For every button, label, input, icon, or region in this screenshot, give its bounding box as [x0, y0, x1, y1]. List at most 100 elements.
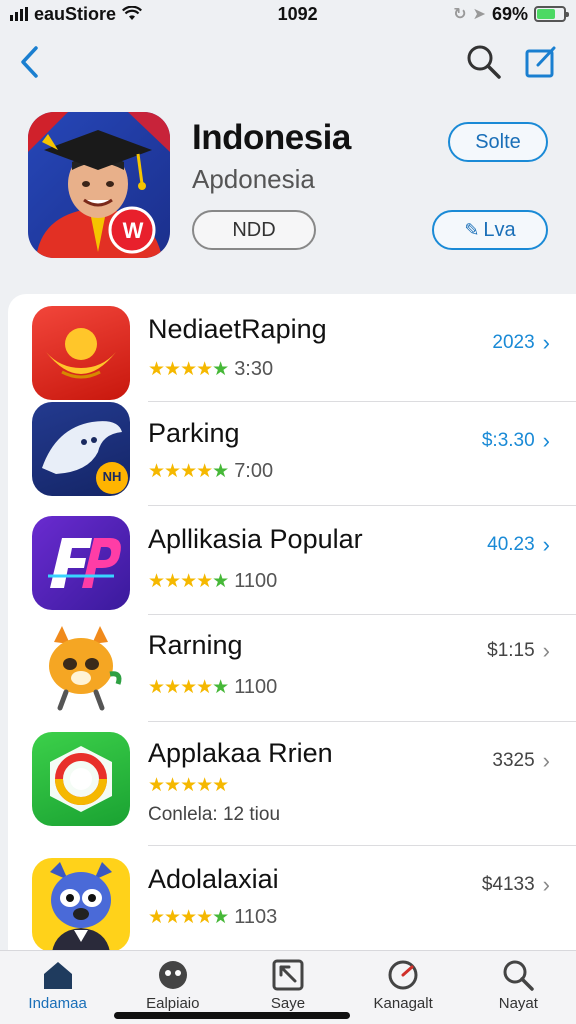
list-item-meta: ★★★★★ 7:00	[148, 460, 273, 483]
tab-save[interactable]: Saye	[233, 959, 343, 1012]
app-icon-badge: NH	[102, 469, 122, 484]
app-icon[interactable]: W	[28, 112, 170, 258]
chevron-left-icon	[21, 46, 38, 78]
star-rating-icon: ★★★★★	[148, 571, 229, 592]
fox-mascot-icon	[49, 626, 122, 711]
compose-button[interactable]	[524, 45, 558, 79]
chevron-right-icon: ›	[542, 532, 550, 557]
home-icon	[43, 962, 72, 989]
app-icon: NH	[32, 402, 130, 496]
list-item-title: Rarning	[148, 630, 243, 660]
app-icon-badge: W	[122, 218, 144, 243]
list-item-rating: 3:30	[234, 358, 274, 380]
search-icon	[467, 45, 501, 79]
price-label: $1:15	[487, 640, 535, 661]
pencil-icon: ✎	[464, 219, 480, 240]
chevron-right-icon: ›	[542, 638, 550, 663]
list-item-price: 3325 ›	[492, 748, 550, 774]
status-left: eauStiore	[10, 3, 143, 25]
list-item-caption: Conlela: 12 tiou	[148, 804, 281, 825]
star-rating-icon: ★★★★★	[148, 907, 229, 928]
star-rating-icon: ★★★★★	[148, 677, 229, 698]
star-rating-icon: ★★★★★	[148, 359, 229, 380]
list-item-title: Parking	[148, 418, 240, 448]
nav-actions	[466, 44, 558, 80]
carrier-label: eauStiore	[34, 3, 117, 24]
status-right: ↻ ➤ 69%	[453, 3, 569, 25]
list-item[interactable]: Rarning ★★★★★ 1100 $1:15 ›	[8, 616, 576, 722]
app-icon	[32, 858, 130, 952]
app-list: NediaetRaping ★★★★★ 3:30 2023 › NH Parki…	[8, 294, 576, 954]
tab-manage[interactable]: Kanagalt	[348, 959, 458, 1012]
search-icon	[503, 960, 535, 991]
list-item-price: $4133 ›	[482, 872, 550, 898]
app-icon	[32, 622, 130, 716]
chevron-right-icon: ›	[542, 330, 550, 355]
list-item-price: $1:15 ›	[487, 638, 550, 664]
app-subtitle: Apdonesia	[192, 164, 315, 194]
star-rating-icon: ★★★★★	[148, 775, 229, 796]
gauge-icon	[388, 960, 418, 990]
list-item-price: $:3.30 ›	[482, 428, 550, 454]
raccoon-mascot-icon	[50, 862, 112, 952]
list-item-price: 2023 ›	[492, 330, 550, 356]
list-item-title: NediaetRaping	[148, 314, 327, 344]
list-item-meta: ★★★★★ 3:30	[148, 358, 273, 381]
tab-profile[interactable]: Ealpiaio	[118, 959, 228, 1012]
list-item-title: Applakaa Rrien	[148, 738, 333, 768]
share-button[interactable]: ✎ Lva	[432, 210, 548, 250]
home-indicator	[114, 1012, 350, 1019]
list-item-rating: 7:00	[234, 460, 274, 482]
compose-icon	[525, 46, 556, 78]
list-item[interactable]: NediaetRaping ★★★★★ 3:30 2023 ›	[8, 302, 576, 402]
list-item[interactable]: Adolalaxiai ★★★★★ 1103 $4133 ›	[8, 846, 576, 954]
rotation-lock-icon: ↻	[453, 6, 467, 23]
nav-bar	[0, 36, 576, 88]
battery-percent: 69%	[491, 3, 528, 24]
status-bar: eauStiore 1092 ↻ ➤ 69%	[0, 0, 576, 28]
list-item[interactable]: Applakaa Rrien ★★★★★ Conlela: 12 tiou 33…	[8, 722, 576, 846]
search-button[interactable]	[466, 44, 502, 80]
price-label: 3325	[492, 750, 535, 771]
battery-fill	[536, 9, 555, 19]
signal-icon	[10, 7, 28, 21]
app-icon	[32, 516, 130, 610]
chevron-right-icon: ›	[542, 872, 550, 897]
tab-label: Ealpiaio	[146, 995, 200, 1012]
row-divider	[148, 614, 576, 615]
tab-search[interactable]: Nayat	[463, 959, 573, 1012]
fp-logo-icon	[48, 538, 121, 588]
bowl-icon	[46, 328, 116, 379]
category-badge-button[interactable]: NDD	[192, 210, 316, 250]
chevron-right-icon: ›	[542, 748, 550, 773]
get-button[interactable]: Solte	[448, 122, 548, 162]
list-item-rating: 1100	[234, 676, 278, 698]
list-item-price: 40.23 ›	[487, 532, 550, 558]
list-item-meta: ★★★★★ 1100	[148, 676, 277, 699]
tab-label: Indamaa	[28, 995, 87, 1012]
save-icon	[272, 959, 304, 991]
location-icon: ➤	[472, 6, 486, 23]
tab-home[interactable]: Indamaa	[3, 959, 113, 1012]
list-item[interactable]: Apllikasia Popular ★★★★★ 1100 40.23 ›	[8, 506, 576, 616]
tab-label: Kanagalt	[373, 995, 433, 1012]
list-item[interactable]: NH Parking ★★★★★ 7:00 $:3.30 ›	[8, 402, 576, 506]
app-icon	[32, 306, 130, 400]
graduate-mascot-icon	[28, 112, 170, 258]
page-title: Indonesia	[192, 118, 351, 157]
list-item-title: Apllikasia Popular	[148, 524, 363, 554]
wifi-icon	[122, 6, 143, 20]
price-label: $4133	[481, 874, 535, 895]
list-item-title: Adolalaxiai	[148, 864, 279, 894]
list-item-rating: 1100	[234, 570, 278, 592]
back-button[interactable]	[18, 45, 40, 79]
app-icon	[32, 732, 130, 826]
price-label: $:3.30	[481, 430, 535, 451]
list-item-meta: ★★★★★ 1100	[148, 570, 277, 593]
price-label: 40.23	[487, 534, 535, 555]
tab-label: Nayat	[498, 995, 538, 1012]
star-rating-icon: ★★★★★	[148, 461, 229, 482]
share-button-label: Lva	[483, 218, 516, 241]
app-header: W Indonesia Apdonesia NDD Solte ✎ Lva	[28, 112, 552, 262]
battery-icon	[533, 6, 569, 22]
